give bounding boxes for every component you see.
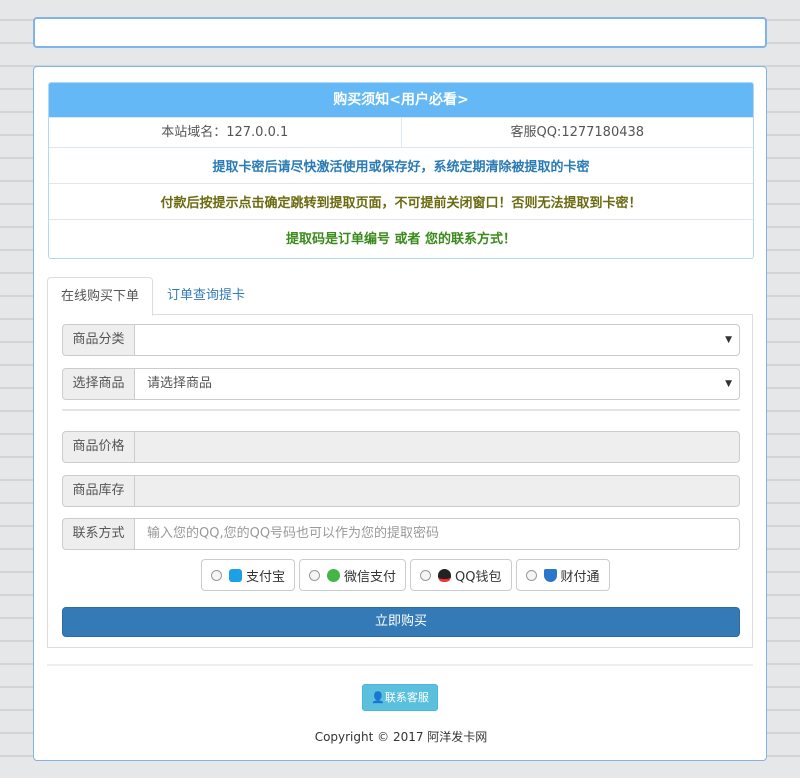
main-card: 购买须知<用户必看> 本站域名：127.0.0.1 客服QQ:127718043… (33, 66, 767, 761)
tab-online-purchase[interactable]: 在线购买下单 (47, 277, 154, 316)
notice-info-row: 本站域名：127.0.0.1 客服QQ:1277180438 (49, 117, 753, 148)
payment-methods: 支付宝 微信支付 QQ钱包 财付通 (201, 559, 610, 591)
notice-line-1: 提取卡密后请尽快激活使用或保存好，系统定期清除被提取的卡密 (49, 147, 753, 183)
contact-service-button[interactable]: 👤联系客服 (362, 684, 438, 711)
pay-option-wechat[interactable]: 微信支付 (299, 559, 407, 591)
product-value: 请选择商品 (147, 376, 213, 391)
user-icon: 👤 (371, 691, 385, 704)
notice-line-3: 提取码是订单编号 或者 您的联系方式！ (49, 219, 753, 255)
tenpay-shield-icon (543, 568, 557, 582)
pay-option-qqwallet[interactable]: QQ钱包 (410, 559, 512, 591)
site-domain-text: 本站域名：127.0.0.1 (49, 117, 402, 148)
price-group: 商品价格 (62, 431, 740, 463)
footer-divider (47, 664, 753, 666)
order-tabs: 在线购买下单 订单查询提卡 (47, 277, 753, 316)
category-label: 商品分类 (62, 324, 135, 356)
pay-label: 财付通 (560, 569, 600, 585)
product-select[interactable]: 请选择商品 ▼ (135, 368, 740, 400)
top-search-bar[interactable] (33, 17, 767, 48)
pay-label: 支付宝 (246, 569, 286, 585)
stock-label: 商品库存 (62, 475, 135, 507)
pay-label: 微信支付 (344, 569, 397, 585)
radio-button[interactable] (525, 569, 537, 581)
buy-now-button[interactable]: 立即购买 (62, 607, 740, 637)
stock-group: 商品库存 (62, 475, 740, 507)
wechat-icon (327, 568, 341, 582)
chevron-down-icon: ▼ (725, 335, 732, 345)
contact-label: 联系方式 (62, 518, 135, 550)
chevron-down-icon: ▼ (725, 379, 732, 389)
pay-option-alipay[interactable]: 支付宝 (201, 559, 296, 591)
category-group: 商品分类 ▼ (62, 324, 740, 356)
contact-service-label: 联系客服 (384, 691, 429, 704)
product-group: 选择商品 请选择商品 ▼ (62, 368, 740, 400)
category-select[interactable]: ▼ (135, 324, 740, 356)
notice-title: 购买须知<用户必看> (49, 83, 753, 117)
price-field (135, 431, 740, 463)
copyright-text: Copyright © 2017 阿洋发卡网 (314, 730, 488, 744)
purchase-notice-panel: 购买须知<用户必看> 本站域名：127.0.0.1 客服QQ:127718043… (48, 82, 754, 259)
notice-line-2: 付款后按提示点击确定跳转到提取页面，不可提前关闭窗口！否则无法提取到卡密！ (49, 183, 753, 219)
radio-button[interactable] (420, 569, 432, 581)
contact-group: 联系方式 输入您的QQ,您的QQ号码也可以作为您的提取密码 (62, 518, 740, 550)
tab-order-query[interactable]: 订单查询提卡 (154, 277, 258, 315)
stock-field (135, 475, 740, 507)
pay-option-tenpay[interactable]: 财付通 (515, 559, 610, 591)
contact-input[interactable]: 输入您的QQ,您的QQ号码也可以作为您的提取密码 (135, 518, 740, 550)
purchase-form: 商品分类 ▼ 选择商品 请选择商品 ▼ 商品价格 商品库存 联系方式 输入您的Q… (47, 315, 753, 648)
pay-label: QQ钱包 (455, 569, 502, 585)
product-label: 选择商品 (62, 368, 135, 400)
price-label: 商品价格 (62, 431, 135, 463)
radio-button[interactable] (211, 569, 222, 581)
radio-button[interactable] (309, 569, 321, 581)
service-qq-text: 客服QQ:1277180438 (510, 124, 645, 140)
form-divider (62, 409, 740, 411)
qq-penguin-icon (438, 568, 452, 582)
alipay-icon (229, 568, 242, 582)
